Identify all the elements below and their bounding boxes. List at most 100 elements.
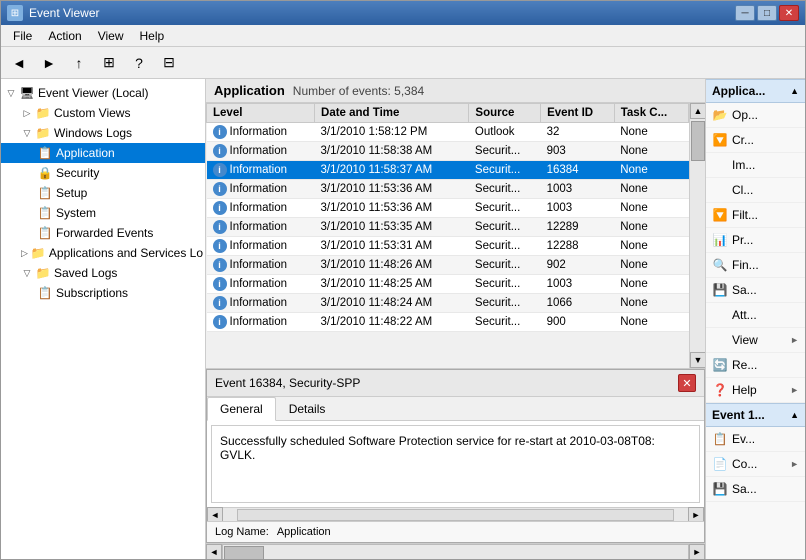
vscroll-thumb[interactable] bbox=[691, 121, 705, 161]
col-source[interactable]: Source bbox=[469, 104, 541, 123]
system-icon: 📋 bbox=[37, 205, 53, 221]
action-view[interactable]: View ► bbox=[706, 328, 805, 353]
detail-close-button[interactable]: ✕ bbox=[678, 374, 696, 392]
sidebar-item-windows-logs[interactable]: ▽ 📁 Windows Logs bbox=[1, 123, 205, 143]
vscroll-up[interactable]: ▲ bbox=[690, 103, 705, 119]
cell-source: Securit... bbox=[469, 256, 541, 275]
menu-action[interactable]: Action bbox=[40, 27, 89, 45]
sidebar-item-application[interactable]: 📋 Application bbox=[1, 143, 205, 163]
action-save[interactable]: 💾 Sa... bbox=[706, 278, 805, 303]
vscroll-down[interactable]: ▼ bbox=[690, 352, 705, 368]
sidebar-security-label: Security bbox=[56, 166, 99, 180]
action-create[interactable]: 🔽 Cr... bbox=[706, 128, 805, 153]
sidebar-item-saved-logs[interactable]: ▽ 📁 Saved Logs bbox=[1, 263, 205, 283]
cell-level: iInformation bbox=[207, 313, 315, 332]
cell-source: Outlook bbox=[469, 123, 541, 142]
menu-help[interactable]: Help bbox=[132, 27, 173, 45]
table-row[interactable]: iInformation3/1/2010 11:58:37 AMSecurit.… bbox=[207, 161, 689, 180]
col-datetime[interactable]: Date and Time bbox=[315, 104, 469, 123]
info-icon: i bbox=[213, 220, 227, 234]
cell-source: Securit... bbox=[469, 275, 541, 294]
detail-hscrollbar[interactable]: ◄ ► bbox=[207, 507, 704, 521]
table-row[interactable]: iInformation3/1/2010 11:48:25 AMSecurit.… bbox=[207, 275, 689, 294]
detail-description[interactable]: Successfully scheduled Software Protecti… bbox=[211, 425, 700, 503]
col-eventid[interactable]: Event ID bbox=[541, 104, 615, 123]
sidebar-item-forwarded[interactable]: 📋 Forwarded Events bbox=[1, 223, 205, 243]
action-event-view[interactable]: 📋 Ev... bbox=[706, 427, 805, 452]
tab-general[interactable]: General bbox=[207, 397, 276, 421]
hscroll-track[interactable] bbox=[237, 509, 674, 521]
vscroll-track[interactable] bbox=[690, 119, 705, 352]
menu-file[interactable]: File bbox=[5, 27, 40, 45]
table-row[interactable]: iInformation3/1/2010 11:48:26 AMSecurit.… bbox=[207, 256, 689, 275]
cell-datetime: 3/1/2010 11:53:35 AM bbox=[315, 218, 469, 237]
expand-root-icon: ▽ bbox=[5, 87, 17, 99]
action-import[interactable]: Im... bbox=[706, 153, 805, 178]
actions-section-1-header[interactable]: Applica... ▲ bbox=[706, 79, 805, 103]
hscroll-right-bottom[interactable]: ► bbox=[689, 544, 705, 560]
action-filter[interactable]: 🔽 Filt... bbox=[706, 203, 805, 228]
table-row[interactable]: iInformation3/1/2010 11:53:36 AMSecurit.… bbox=[207, 199, 689, 218]
table-row[interactable]: iInformation3/1/2010 1:58:12 PMOutlook32… bbox=[207, 123, 689, 142]
table-row[interactable]: iInformation3/1/2010 11:53:36 AMSecurit.… bbox=[207, 180, 689, 199]
tab-details[interactable]: Details bbox=[276, 397, 339, 421]
sidebar-item-security[interactable]: 🔒 Security bbox=[1, 163, 205, 183]
cell-datetime: 3/1/2010 1:58:12 PM bbox=[315, 123, 469, 142]
detail-log-info: Log Name: Application bbox=[207, 521, 704, 542]
minimize-button[interactable]: ─ bbox=[735, 5, 755, 21]
table-container[interactable]: Level Date and Time Source Event ID Task… bbox=[206, 103, 689, 368]
cell-task: None bbox=[614, 256, 688, 275]
table-row[interactable]: iInformation3/1/2010 11:48:24 AMSecurit.… bbox=[207, 294, 689, 313]
toolbar-help[interactable]: ? bbox=[125, 50, 153, 76]
action-properties[interactable]: 📊 Pr... bbox=[706, 228, 805, 253]
cell-source: Securit... bbox=[469, 142, 541, 161]
toolbar-forward[interactable]: ► bbox=[35, 50, 63, 76]
action-copy[interactable]: 📄 Co... ► bbox=[706, 452, 805, 477]
window-close-button[interactable]: ✕ bbox=[779, 5, 799, 21]
info-icon: i bbox=[213, 144, 227, 158]
copy-arrow-icon: ► bbox=[790, 459, 799, 469]
sidebar-item-root[interactable]: ▽ 🖥 Event Viewer (Local) bbox=[1, 83, 205, 103]
maximize-button[interactable]: □ bbox=[757, 5, 777, 21]
scroll-thumb-bottom[interactable] bbox=[224, 546, 264, 560]
toolbar-back[interactable]: ◄ bbox=[5, 50, 33, 76]
toolbar: ◄ ► ↑ ⊞ ? ⊟ bbox=[1, 47, 805, 79]
cell-task: None bbox=[614, 313, 688, 332]
toolbar-grid[interactable]: ⊞ bbox=[95, 50, 123, 76]
bottom-scrollbar[interactable]: ◄ ► bbox=[206, 543, 705, 559]
hscroll-left-bottom[interactable]: ◄ bbox=[206, 544, 222, 560]
action-refresh[interactable]: 🔄 Re... bbox=[706, 353, 805, 378]
sidebar-setup-label: Setup bbox=[56, 186, 87, 200]
center-panel: Application Number of events: 5,384 Leve… bbox=[206, 79, 705, 559]
sidebar-item-app-services[interactable]: ▷ 📁 Applications and Services Lo bbox=[1, 243, 205, 263]
action-event-view-label: Ev... bbox=[732, 432, 755, 446]
sidebar-item-custom-views[interactable]: ▷ 📁 Custom Views bbox=[1, 103, 205, 123]
table-row[interactable]: iInformation3/1/2010 11:53:35 AMSecurit.… bbox=[207, 218, 689, 237]
open-icon: 📂 bbox=[712, 107, 728, 123]
toolbar-properties[interactable]: ⊟ bbox=[155, 50, 183, 76]
actions-section-2-header[interactable]: Event 1... ▲ bbox=[706, 403, 805, 427]
table-row[interactable]: iInformation3/1/2010 11:48:22 AMSecurit.… bbox=[207, 313, 689, 332]
table-row[interactable]: iInformation3/1/2010 11:53:31 AMSecurit.… bbox=[207, 237, 689, 256]
toolbar-up[interactable]: ↑ bbox=[65, 50, 93, 76]
scroll-track-bottom[interactable] bbox=[222, 544, 689, 560]
action-clear[interactable]: Cl... bbox=[706, 178, 805, 203]
sidebar-item-subscriptions[interactable]: 📋 Subscriptions bbox=[1, 283, 205, 303]
col-task[interactable]: Task C... bbox=[614, 104, 688, 123]
menu-view[interactable]: View bbox=[90, 27, 132, 45]
action-save-event[interactable]: 💾 Sa... bbox=[706, 477, 805, 502]
table-vscrollbar[interactable]: ▲ ▼ bbox=[689, 103, 705, 368]
expand-saved-logs-icon: ▽ bbox=[21, 267, 33, 279]
cell-eventid: 1003 bbox=[541, 275, 615, 294]
action-open[interactable]: 📂 Op... bbox=[706, 103, 805, 128]
action-help[interactable]: ❓ Help ► bbox=[706, 378, 805, 403]
cell-level: iInformation bbox=[207, 294, 315, 313]
table-row[interactable]: iInformation3/1/2010 11:58:38 AMSecurit.… bbox=[207, 142, 689, 161]
sidebar-item-setup[interactable]: 📋 Setup bbox=[1, 183, 205, 203]
col-level[interactable]: Level bbox=[207, 104, 315, 123]
cell-datetime: 3/1/2010 11:53:36 AM bbox=[315, 199, 469, 218]
action-find[interactable]: 🔍 Fin... bbox=[706, 253, 805, 278]
root-icon: 🖥 bbox=[19, 85, 35, 101]
sidebar-item-system[interactable]: 📋 System bbox=[1, 203, 205, 223]
action-attach[interactable]: Att... bbox=[706, 303, 805, 328]
